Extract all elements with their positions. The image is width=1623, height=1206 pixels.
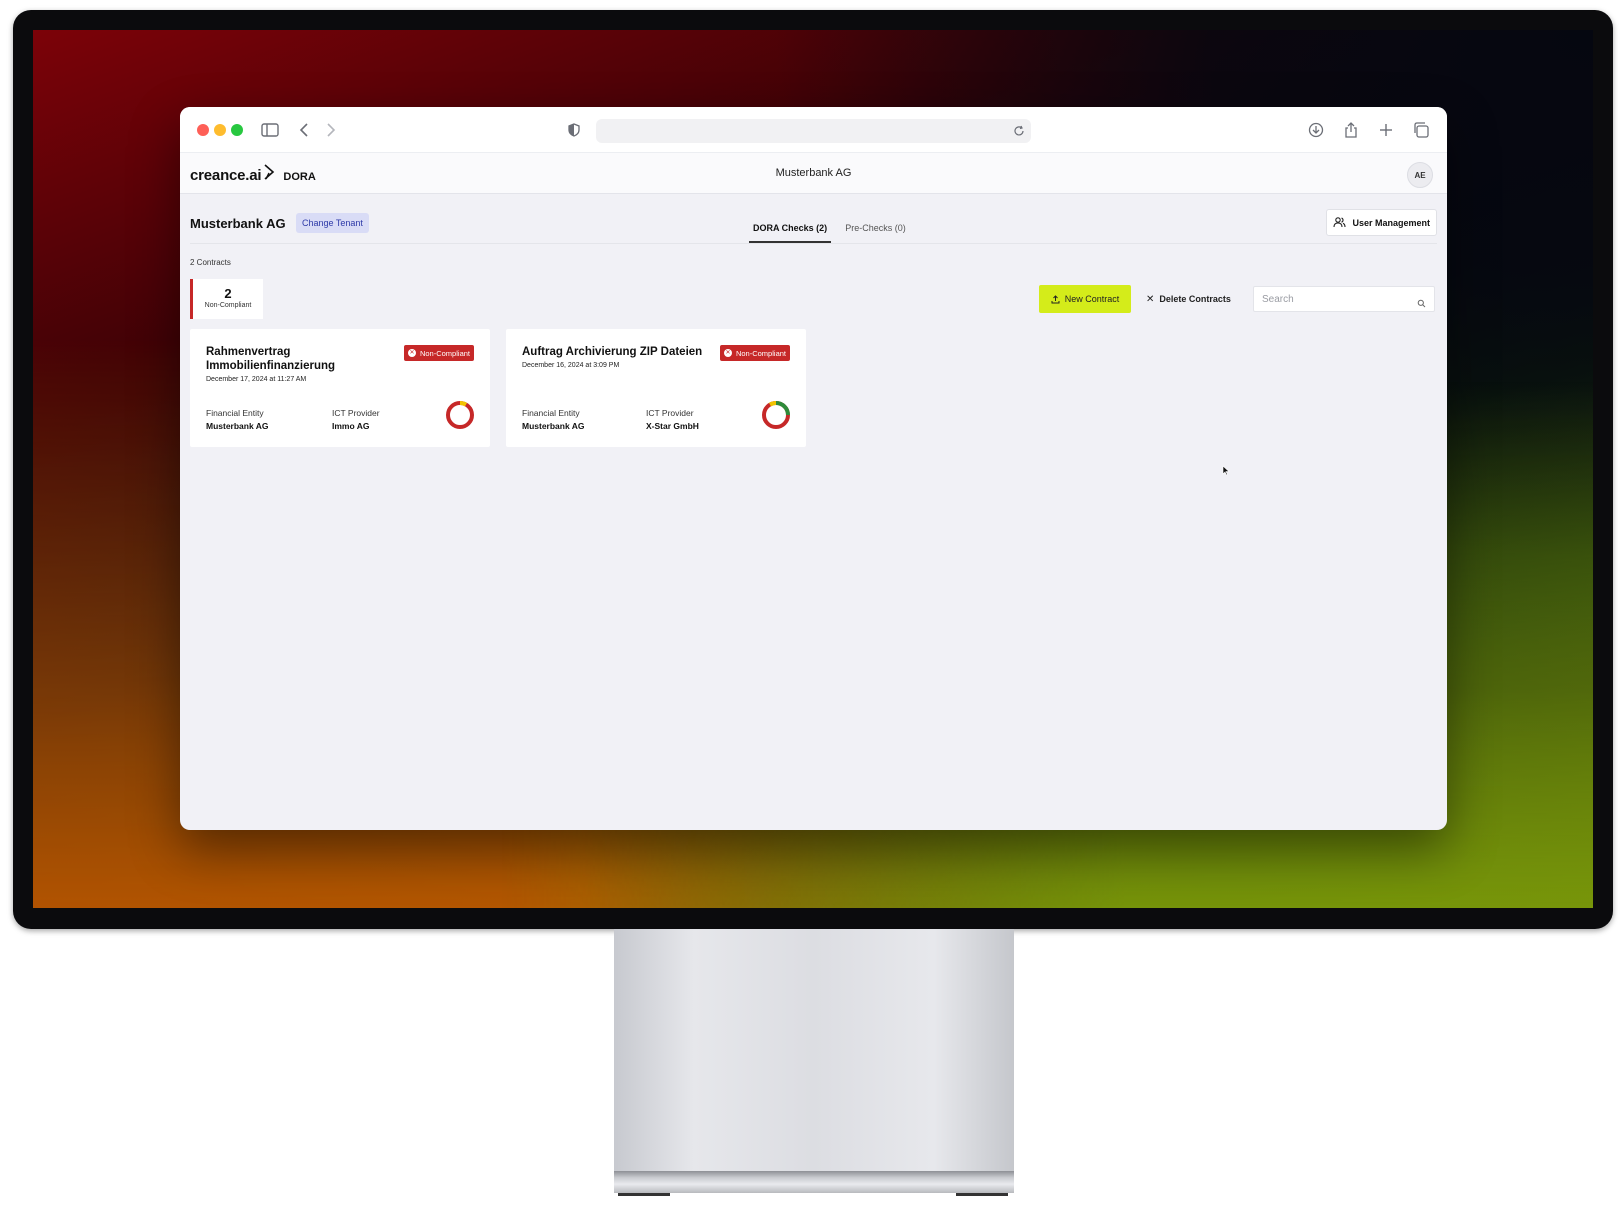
sidebar-toggle-icon[interactable] [259, 119, 281, 141]
ict-provider-value: Immo AG [332, 421, 370, 431]
compliance-donut [446, 400, 474, 429]
forward-icon[interactable] [320, 119, 342, 141]
monitor-stand-base [614, 1171, 1014, 1193]
new-tab-icon[interactable] [1375, 119, 1397, 141]
close-icon: ✕ [1146, 293, 1155, 305]
monitor-stand [614, 929, 1014, 1171]
mouse-cursor-icon [1222, 463, 1230, 481]
error-icon: ✕ [723, 349, 732, 357]
header-tenant-name: Musterbank AG [775, 167, 852, 179]
financial-entity-value: Musterbank AG [206, 421, 269, 431]
financial-entity-value: Musterbank AG [522, 421, 585, 431]
financial-entity-label: Financial Entity [522, 408, 580, 418]
address-bar[interactable] [596, 119, 1031, 143]
divider [190, 243, 1437, 244]
stand-foot [618, 1193, 670, 1196]
financial-entity-label: Financial Entity [206, 408, 264, 418]
contract-title: Rahmenvertrag Immobilienfinanzierung [206, 346, 336, 372]
ict-provider-value: X-Star GmbH [646, 421, 699, 431]
compliance-donut [762, 400, 790, 429]
search-field [1253, 286, 1435, 312]
share-icon[interactable] [1340, 119, 1362, 141]
tab-dora-checks[interactable]: DORA Checks (2) [749, 211, 832, 243]
contract-title: Auftrag Archivierung ZIP Dateien [522, 346, 703, 358]
delete-contracts-label: Delete Contracts [1159, 294, 1231, 304]
back-icon[interactable] [293, 119, 315, 141]
user-management-button[interactable]: User Management [1326, 209, 1437, 236]
tab-pre-checks[interactable]: Pre-Checks (0) [841, 211, 910, 243]
ict-provider-label: ICT Provider [332, 408, 380, 418]
app-header: creance.ai DORA Musterbank AG AE [180, 153, 1447, 194]
new-contract-label: New Contract [1064, 294, 1120, 304]
browser-window: creance.ai DORA Musterbank AG AE Musterb… [180, 107, 1447, 830]
privacy-shield-icon[interactable] [563, 119, 585, 141]
error-icon: ✕ [407, 349, 416, 357]
user-management-label: User Management [1352, 217, 1430, 228]
new-contract-button[interactable]: New Contract [1039, 285, 1131, 313]
contract-date: December 17, 2024 at 11:27 AM [206, 376, 307, 383]
tab-bar: DORA Checks (2) Pre-Checks (0) [749, 211, 920, 243]
stat-number: 2 [224, 286, 232, 301]
users-icon [1333, 217, 1347, 228]
status-badge-label: Non-Compliant [735, 348, 786, 358]
search-input[interactable] [1254, 287, 1434, 311]
stat-label: Non-Compliant [204, 302, 252, 309]
tab-overview-icon[interactable] [1410, 119, 1432, 141]
search-icon[interactable] [1417, 295, 1426, 313]
minimize-window-button[interactable] [214, 124, 226, 136]
page-title: Musterbank AG [190, 216, 286, 231]
non-compliant-stat[interactable]: 2 Non-Compliant [190, 279, 263, 319]
user-avatar[interactable]: AE [1407, 162, 1433, 188]
stand-foot [956, 1193, 1008, 1196]
browser-toolbar [180, 107, 1447, 153]
contract-date: December 16, 2024 at 3:09 PM [522, 362, 620, 369]
zoom-window-button[interactable] [231, 124, 243, 136]
ict-provider-label: ICT Provider [646, 408, 694, 418]
status-badge-label: Non-Compliant [419, 348, 470, 358]
change-tenant-button[interactable]: Change Tenant [296, 213, 369, 233]
status-badge: ✕ Non-Compliant [403, 345, 474, 361]
reload-icon[interactable] [1013, 124, 1025, 142]
downloads-icon[interactable] [1305, 119, 1327, 141]
delete-contracts-button[interactable]: ✕ Delete Contracts [1146, 285, 1231, 313]
status-badge: ✕ Non-Compliant [719, 345, 790, 361]
contract-card[interactable]: Rahmenvertrag Immobilienfinanzierung Dec… [190, 329, 490, 447]
close-window-button[interactable] [197, 124, 209, 136]
contracts-count: 2 Contracts [190, 258, 231, 267]
contract-card[interactable]: Auftrag Archivierung ZIP Dateien Decembe… [506, 329, 806, 447]
upload-icon [1051, 294, 1060, 303]
